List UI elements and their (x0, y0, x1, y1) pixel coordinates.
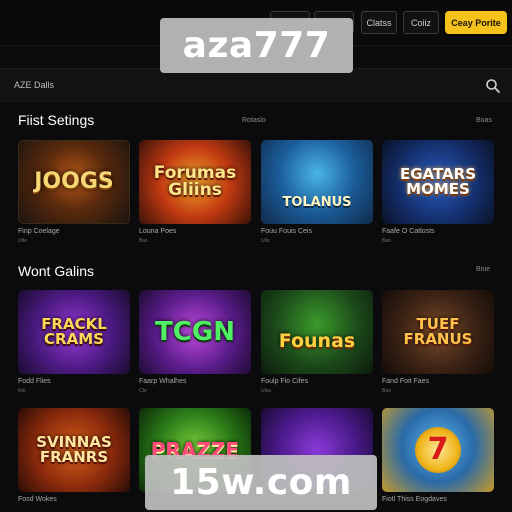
game-tile[interactable]: EGATARS MOMES (382, 140, 494, 224)
game-tile-title: TCGN (155, 317, 235, 347)
search-icon[interactable] (485, 78, 501, 94)
game-caption: Fiotl Thiss Eogdaves (382, 496, 447, 503)
game-tile-title: 7 (427, 432, 449, 467)
game-subcaption: Bas (139, 238, 148, 244)
section-see-all-second[interactable]: Bnie (476, 266, 490, 273)
game-tile[interactable]: TCGN (139, 290, 251, 374)
game-caption: Fodd Flies (18, 378, 51, 385)
search-bar[interactable]: AZE Dalls (0, 68, 512, 102)
game-tile-title: TOLANUS (282, 194, 352, 210)
game-tile[interactable]: JOOGS (18, 140, 130, 224)
search-label: AZE Dalls (14, 80, 55, 90)
game-caption: Fosd Wokes (18, 496, 57, 503)
watermark-top: aza777 (160, 18, 353, 73)
coins-button[interactable]: Coiiz (403, 11, 439, 34)
game-caption: Foulp Fio Cifes (261, 378, 309, 385)
section-title-second: Wont Galins (18, 263, 94, 279)
game-tile[interactable]: SVINNAS FRANRS (18, 408, 130, 492)
game-tile-title: EGATARS MOMES (399, 165, 477, 198)
section-subtitle-first: Rotaslo (242, 117, 266, 124)
game-caption: Fouu Fouis Ceis (261, 228, 312, 235)
section-title-first: Fiist Setings (18, 112, 95, 128)
game-tile-title: SVINNAS FRANRS (36, 433, 112, 466)
watermark-bottom: 15w.com (145, 455, 377, 510)
section-see-all-first[interactable]: Boas (476, 117, 492, 124)
game-subcaption: Ilile (18, 388, 26, 394)
game-tile-title: TUEF FRANUS (403, 315, 473, 348)
game-tile[interactable]: 7 (382, 408, 494, 492)
game-caption: Louna Poes (139, 228, 177, 235)
game-tile-title: JOOGS (34, 169, 114, 194)
classes-button[interactable]: Clatss (361, 11, 397, 34)
coin-icon: 7 (415, 427, 461, 473)
game-caption: Faarp Whalhes (139, 378, 187, 385)
game-tile[interactable]: TOLANUS (261, 140, 373, 224)
game-tile[interactable]: TUEF FRANUS (382, 290, 494, 374)
game-subcaption: Ulis (261, 238, 270, 244)
game-tile[interactable]: Forumas Gliins (139, 140, 251, 224)
game-subcaption: Ulos (261, 388, 272, 394)
game-tile-title: Founas (278, 329, 356, 352)
game-caption: Fand Foit Faes (382, 378, 430, 385)
game-subcaption: Cte (139, 388, 147, 394)
game-tile[interactable]: Founas (261, 290, 373, 374)
game-tile-title: FRACKL CRAMS (41, 315, 107, 348)
game-caption: Finp Coelage (18, 228, 60, 235)
game-tile[interactable]: FRACKL CRAMS (18, 290, 130, 374)
game-subcaption: Ulte (18, 238, 27, 244)
play-now-button[interactable]: Ceay Porite (445, 11, 507, 34)
game-subcaption: Bao (382, 238, 391, 244)
game-tile-title: Forumas Gliins (153, 163, 237, 200)
game-caption: Faafe O Catlosts (382, 228, 435, 235)
game-subcaption: Bao (382, 388, 391, 394)
